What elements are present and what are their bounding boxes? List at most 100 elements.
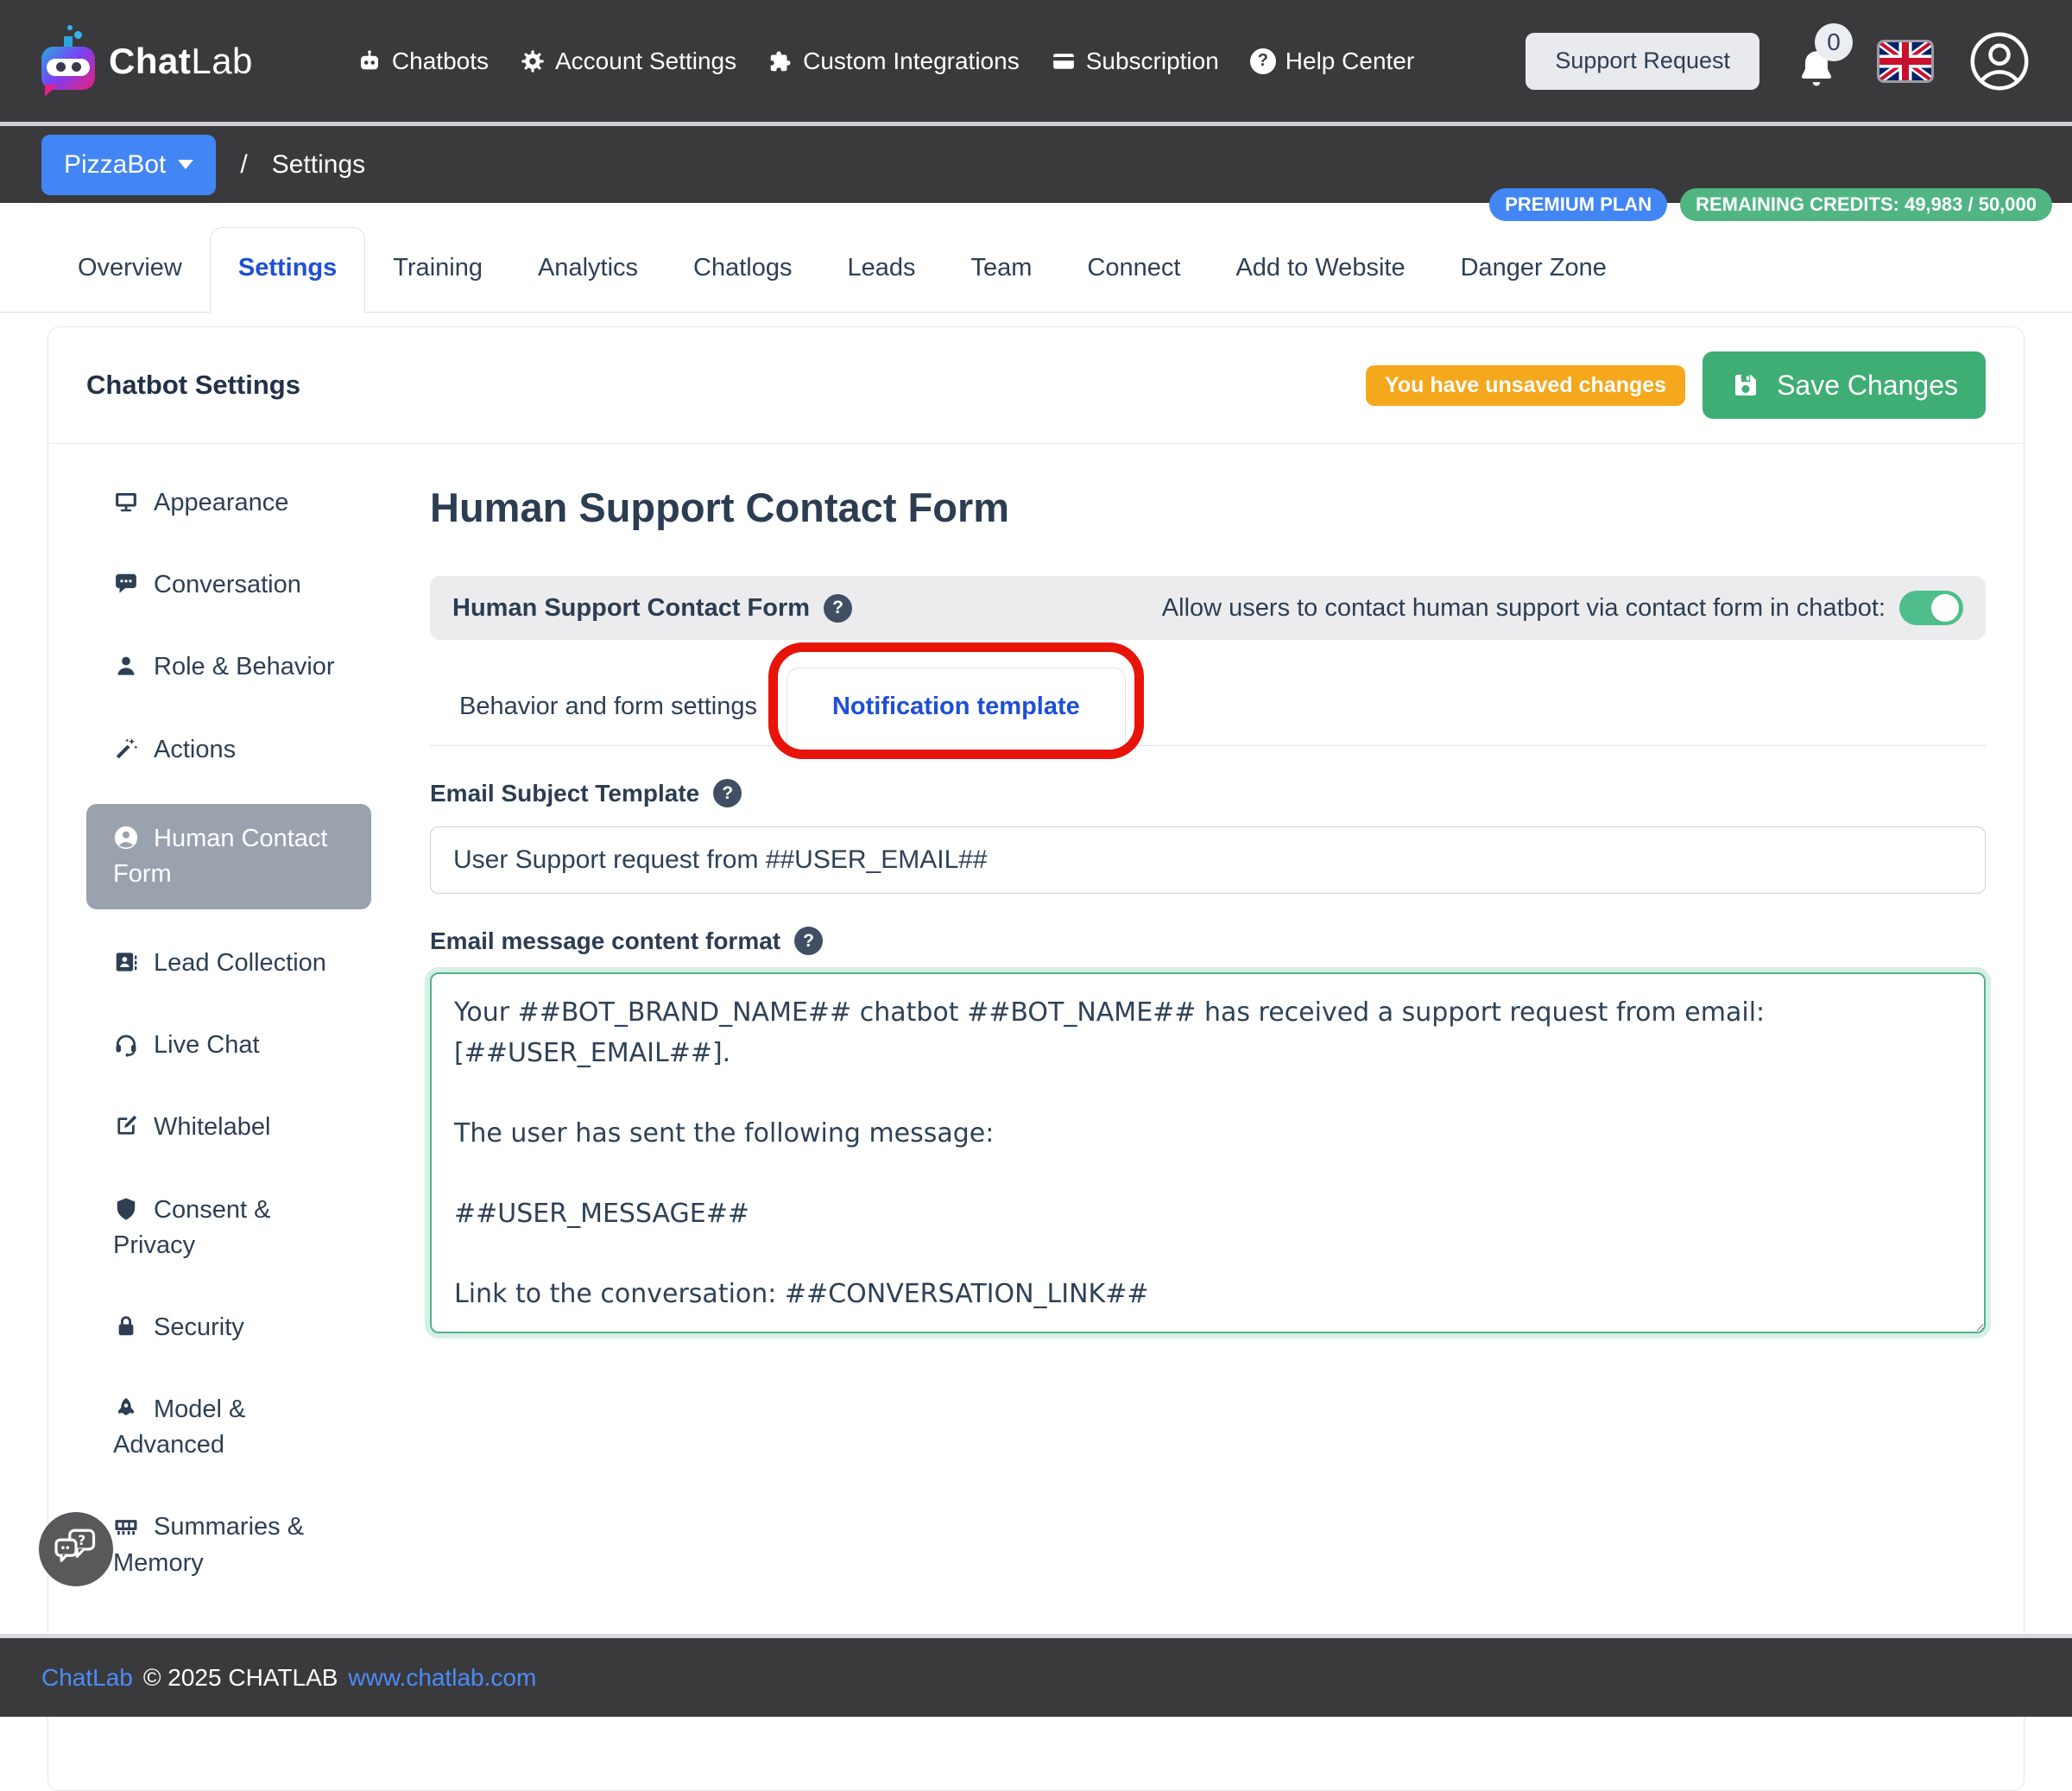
bot-selector-dropdown[interactable]: PizzaBot	[41, 135, 216, 195]
tab-danger-zone[interactable]: Danger Zone	[1433, 228, 1634, 312]
chatlab-logo-icon	[41, 28, 97, 95]
tab-add-to-website[interactable]: Add to Website	[1208, 228, 1432, 312]
tab-training[interactable]: Training	[365, 228, 510, 312]
nav-item-custom-integrations[interactable]: Custom Integrations	[768, 47, 1020, 75]
footer-brand-link[interactable]: ChatLab	[41, 1664, 133, 1692]
tab-team[interactable]: Team	[944, 228, 1060, 312]
robot-icon	[357, 48, 382, 74]
settings-sidebar: Appearance Conversation Role & Behavior …	[86, 475, 371, 1617]
tab-analytics[interactable]: Analytics	[510, 228, 666, 312]
rocket-icon	[113, 1395, 139, 1421]
page-title: Human Support Contact Form	[430, 484, 1986, 531]
sidebar-item-conversation[interactable]: Conversation	[86, 557, 371, 613]
tab-overview[interactable]: Overview	[50, 228, 210, 312]
breadcrumb-page: Settings	[272, 150, 365, 180]
main-menu: Chatbots Account Settings Custom Integra…	[357, 47, 1414, 75]
nav-item-subscription[interactable]: Subscription	[1051, 47, 1219, 75]
notification-badge: 0	[1815, 23, 1853, 61]
nav-item-account-settings[interactable]: Account Settings	[520, 47, 736, 75]
brand-text: ChatLab	[109, 41, 253, 82]
sidebar-item-summaries-memory[interactable]: Summaries & Memory	[86, 1499, 371, 1591]
sidebar-label: Actions	[154, 736, 236, 763]
contact-form-toggle[interactable]	[1899, 591, 1963, 625]
footer: ChatLab © 2025 CHATLAB www.chatlab.com	[0, 1634, 2072, 1717]
sidebar-item-human-contact-form[interactable]: Human Contact Form	[86, 804, 371, 909]
toggle-label: Allow users to contact human support via…	[1162, 594, 1886, 623]
panel-label: Human Support Contact Form	[452, 594, 810, 623]
credit-card-icon	[1051, 48, 1077, 74]
footer-site-link[interactable]: www.chatlab.com	[348, 1664, 536, 1692]
nav-label: Chatbots	[392, 47, 489, 75]
person-icon	[113, 653, 139, 679]
gear-icon	[520, 48, 546, 74]
sidebar-label: Human Contact Form	[113, 825, 328, 888]
tab-leads[interactable]: Leads	[819, 228, 943, 312]
email-message-textarea[interactable]: Your ##BOT_BRAND_NAME## chatbot ##BOT_NA…	[430, 972, 1986, 1333]
save-changes-button[interactable]: Save Changes	[1702, 351, 1986, 419]
email-message-label-row: Email message content format ?	[430, 927, 1986, 955]
avatar-icon	[1968, 30, 2031, 92]
nav-label: Account Settings	[555, 47, 736, 75]
card-body: Appearance Conversation Role & Behavior …	[48, 444, 2024, 1790]
chatlab-settings-page: { "navbar": { "brand_bold": "Chat", "bra…	[0, 0, 2072, 1717]
sidebar-label: Whitelabel	[154, 1113, 270, 1141]
shield-icon	[113, 1196, 139, 1222]
subtab-behavior-form-settings[interactable]: Behavior and form settings	[430, 668, 786, 745]
contact-card-icon	[113, 949, 139, 975]
sidebar-label: Security	[154, 1313, 244, 1341]
uk-flag-icon	[1879, 42, 1931, 80]
chevron-down-icon	[178, 160, 193, 169]
sidebar-label: Role & Behavior	[154, 653, 335, 680]
subtab-notification-template[interactable]: Notification template	[786, 668, 1126, 746]
sidebar-item-whitelabel[interactable]: Whitelabel	[86, 1099, 371, 1155]
user-avatar-button[interactable]	[1968, 30, 2031, 92]
notifications-button[interactable]: 0	[1794, 27, 1842, 96]
unsaved-changes-badge: You have unsaved changes	[1366, 365, 1685, 406]
tab-connect[interactable]: Connect	[1059, 228, 1208, 312]
card-header: Chatbot Settings You have unsaved change…	[48, 327, 2024, 444]
person-circle-icon	[113, 825, 139, 851]
nav-label: Subscription	[1086, 47, 1219, 75]
sidebar-item-role-behavior[interactable]: Role & Behavior	[86, 639, 371, 695]
nav-item-help-center[interactable]: ? Help Center	[1250, 47, 1414, 75]
card-header-actions: You have unsaved changes Save Changes	[1366, 351, 1986, 419]
email-message-label: Email message content format	[430, 927, 780, 955]
email-subject-input[interactable]	[430, 826, 1986, 894]
notification-subtabs: Behavior and form settings Notification …	[430, 668, 1986, 746]
help-icon[interactable]: ?	[824, 594, 852, 623]
headset-icon	[113, 1031, 139, 1057]
chatlab-logo[interactable]: ChatLab	[41, 28, 253, 95]
toggle-knob	[1931, 594, 1959, 622]
wand-icon	[113, 736, 139, 762]
language-flag-button[interactable]	[1877, 40, 1934, 83]
nav-label: Custom Integrations	[803, 47, 1020, 75]
chat-help-bubbles-icon: ?	[51, 1524, 101, 1574]
plan-badges: PREMIUM PLAN REMAINING CREDITS: 49,983 /…	[1489, 188, 2052, 221]
sidebar-item-security[interactable]: Security	[86, 1300, 371, 1356]
nav-item-chatbots[interactable]: Chatbots	[357, 47, 489, 75]
sidebar-item-model-advanced[interactable]: Model & Advanced	[86, 1382, 371, 1473]
sidebar-item-actions[interactable]: Actions	[86, 722, 371, 778]
nav-label: Help Center	[1286, 47, 1414, 75]
breadcrumb-separator: /	[240, 150, 247, 180]
help-icon[interactable]: ?	[794, 927, 823, 955]
email-subject-label: Email Subject Template	[430, 780, 699, 807]
question-circle-icon: ?	[1250, 48, 1276, 74]
tab-chatlogs[interactable]: Chatlogs	[666, 228, 819, 312]
premium-plan-badge: PREMIUM PLAN	[1489, 188, 1667, 221]
sidebar-item-appearance[interactable]: Appearance	[86, 475, 371, 531]
sidebar-item-consent-privacy[interactable]: Consent & Privacy	[86, 1182, 371, 1274]
sidebar-item-lead-collection[interactable]: Lead Collection	[86, 935, 371, 991]
save-label: Save Changes	[1777, 370, 1958, 402]
tab-settings[interactable]: Settings	[210, 227, 365, 313]
help-chat-button[interactable]: ?	[39, 1512, 113, 1586]
help-icon[interactable]: ?	[713, 779, 742, 807]
edit-icon	[113, 1113, 139, 1139]
sidebar-label: Lead Collection	[154, 949, 326, 977]
chat-bubble-icon	[113, 571, 139, 597]
sidebar-label: Appearance	[154, 489, 288, 516]
sidebar-label: Conversation	[154, 571, 301, 598]
sidebar-item-live-chat[interactable]: Live Chat	[86, 1017, 371, 1073]
support-request-button[interactable]: Support Request	[1526, 33, 1759, 90]
subtab-label: Notification template	[832, 693, 1080, 720]
